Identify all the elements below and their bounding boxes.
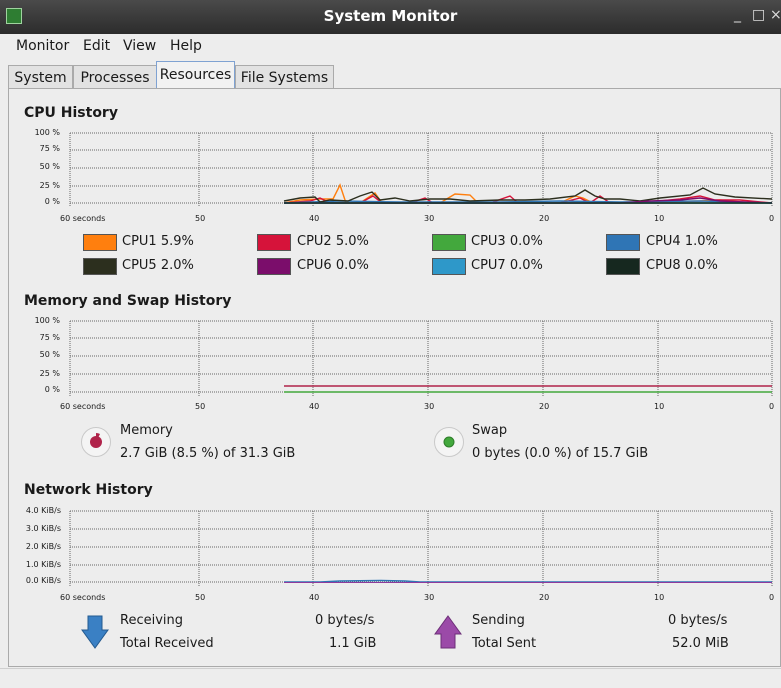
total-received-value: 1.1 GiB	[329, 636, 377, 651]
network-x-tick: 0	[769, 593, 775, 602]
cpu3-label: CPU3 0.0%	[471, 234, 543, 249]
resources-panel	[8, 88, 781, 667]
cpu-x-tick: 0	[769, 214, 775, 223]
menu-view[interactable]: View	[123, 38, 156, 54]
menu-bar: Monitor Edit View Help	[0, 34, 781, 58]
cpu5-label: CPU5 2.0%	[122, 258, 194, 273]
menu-monitor[interactable]: Monitor	[16, 38, 69, 54]
cpu-x-tick: 40	[309, 214, 320, 223]
memory-x-tick: 10	[654, 402, 665, 411]
total-sent-value: 52.0 MiB	[672, 636, 729, 651]
memory-y-tick: 75 %	[39, 333, 60, 342]
cpu6-label: CPU6 0.0%	[297, 258, 369, 273]
memory-x-tick: 0	[769, 402, 775, 411]
memory-y-tick: 0 %	[44, 385, 60, 394]
receiving-rate-value: 0 bytes/s	[315, 613, 375, 628]
menu-help[interactable]: Help	[170, 38, 202, 54]
network-x-tick: 50	[195, 593, 206, 602]
network-y-tick: 0.0 KiB/s	[25, 576, 61, 585]
memory-x-tick: 40	[309, 402, 320, 411]
cpu-y-tick: 0 %	[44, 197, 60, 206]
maximize-button[interactable]: □	[752, 7, 765, 23]
cpu-x-tick: 10	[654, 214, 665, 223]
cpu6-color-button[interactable]	[257, 258, 291, 275]
sending-arrow-icon[interactable]	[433, 614, 463, 650]
tab-system[interactable]: System	[8, 65, 73, 89]
memory-swap-history-title: Memory and Swap History	[24, 293, 232, 309]
tab-file-systems[interactable]: File Systems	[235, 65, 334, 89]
cpu7-color-button[interactable]	[432, 258, 466, 275]
cpu2-label: CPU2 5.0%	[297, 234, 369, 249]
cpu-x-tick: 60 seconds	[60, 214, 106, 223]
total-received-label: Total Received	[120, 636, 214, 651]
network-x-tick: 60 seconds	[60, 593, 106, 602]
sending-label: Sending	[472, 613, 525, 628]
memory-usage-value: 2.7 GiB (8.5 %) of 31.3 GiB	[120, 446, 296, 461]
swap-pie-icon[interactable]	[434, 427, 464, 457]
cpu3-color-button[interactable]	[432, 234, 466, 251]
network-x-tick: 40	[309, 593, 320, 602]
network-y-tick: 4.0 KiB/s	[25, 506, 61, 515]
cpu-y-tick: 100 %	[34, 128, 60, 137]
cpu-history-title: CPU History	[24, 105, 118, 121]
network-y-tick: 1.0 KiB/s	[25, 560, 61, 569]
cpu4-label: CPU4 1.0%	[646, 234, 718, 249]
minimize-button[interactable]: _	[734, 7, 741, 23]
cpu1-label: CPU1 5.9%	[122, 234, 194, 249]
swap-label: Swap	[472, 423, 508, 438]
total-sent-label: Total Sent	[472, 636, 537, 651]
memory-x-tick: 50	[195, 402, 206, 411]
window-title: System Monitor	[323, 7, 458, 25]
receiving-label: Receiving	[120, 613, 184, 628]
sending-rate-value: 0 bytes/s	[668, 613, 728, 628]
cpu1-color-button[interactable]	[83, 234, 117, 251]
network-y-tick: 3.0 KiB/s	[25, 524, 61, 533]
cpu5-color-button[interactable]	[83, 258, 117, 275]
cpu-x-tick: 20	[539, 214, 550, 223]
cpu2-color-button[interactable]	[257, 234, 291, 251]
swap-usage-value: 0 bytes (0.0 %) of 15.7 GiB	[472, 446, 649, 461]
tab-processes[interactable]: Processes	[73, 65, 157, 89]
cpu8-color-button[interactable]	[606, 258, 640, 275]
memory-y-tick: 100 %	[34, 316, 60, 325]
memory-label: Memory	[120, 423, 173, 438]
memory-y-tick: 50 %	[39, 350, 60, 359]
cpu-x-tick: 30	[424, 214, 435, 223]
network-y-tick: 2.0 KiB/s	[25, 542, 61, 551]
receiving-arrow-icon[interactable]	[80, 614, 110, 650]
memory-y-tick: 25 %	[39, 369, 60, 378]
memory-pie-icon[interactable]	[81, 427, 111, 457]
memory-x-tick: 30	[424, 402, 435, 411]
cpu4-color-button[interactable]	[606, 234, 640, 251]
cpu-x-tick: 50	[195, 214, 206, 223]
close-button[interactable]: ×	[770, 7, 781, 23]
cpu8-label: CPU8 0.0%	[646, 258, 718, 273]
memory-x-tick: 60 seconds	[60, 402, 106, 411]
status-bar	[0, 668, 781, 688]
window-titlebar[interactable]: System Monitor _ □ ×	[0, 0, 781, 34]
network-x-tick: 30	[424, 593, 435, 602]
cpu-y-tick: 75 %	[39, 144, 60, 153]
network-x-tick: 20	[539, 593, 550, 602]
tab-resources[interactable]: Resources	[156, 61, 235, 90]
cpu-y-tick: 50 %	[39, 162, 60, 171]
network-history-title: Network History	[24, 482, 153, 498]
memory-x-tick: 20	[539, 402, 550, 411]
cpu7-label: CPU7 0.0%	[471, 258, 543, 273]
network-x-tick: 10	[654, 593, 665, 602]
cpu-y-tick: 25 %	[39, 181, 60, 190]
menu-edit[interactable]: Edit	[83, 38, 110, 54]
